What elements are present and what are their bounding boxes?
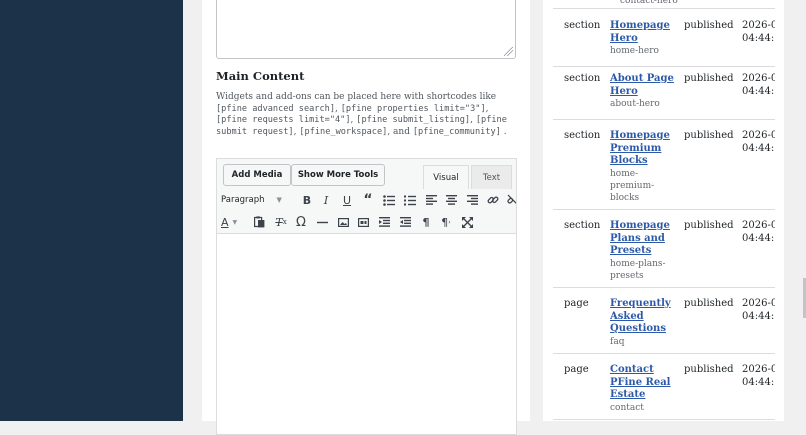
scrollbar-track[interactable]	[784, 0, 806, 421]
row-title-link[interactable]: Asked	[610, 311, 676, 324]
row-status: published	[684, 364, 734, 375]
table-row: section Homepage Hero home-hero publishe…	[553, 9, 775, 67]
row-date: 2026-0 04:44:	[742, 73, 775, 97]
table-row: page Contact PFine Real Estate contact p…	[553, 353, 775, 420]
row-title-link[interactable]: Plans and	[610, 233, 676, 246]
blockquote-icon[interactable]: “	[360, 192, 376, 208]
embed-icon[interactable]	[355, 214, 371, 230]
special-character-icon[interactable]: Ω	[293, 214, 309, 230]
show-more-tools-button[interactable]: Show More Tools	[291, 164, 385, 186]
align-right-icon[interactable]	[464, 192, 480, 208]
bold-icon[interactable]: B	[299, 192, 315, 208]
row-title-link[interactable]: Presets	[610, 245, 676, 258]
indent-icon[interactable]	[397, 214, 413, 230]
chevron-down-icon: ▼	[276, 196, 282, 204]
row-title-link[interactable]: Contact	[610, 364, 676, 377]
row-date: 2026-0 04:44:	[742, 298, 775, 322]
row-status: published	[684, 130, 734, 141]
content-list-panel: contact-hero section Homepage Hero home-…	[543, 0, 806, 421]
row-slug: faq	[610, 336, 625, 347]
add-media-button[interactable]: Add Media	[223, 164, 291, 186]
row-slug: contact	[610, 402, 644, 413]
content-table: contact-hero section Homepage Hero home-…	[553, 0, 775, 421]
numbered-list-icon[interactable]	[402, 192, 418, 208]
row-title-link[interactable]: Premium	[610, 143, 676, 156]
link-icon[interactable]	[485, 192, 501, 208]
editor-header: Add Media Show More Tools Visual Text	[217, 159, 516, 190]
text-color-icon[interactable]: A ▼	[221, 214, 245, 230]
bullet-list-icon[interactable]	[381, 192, 397, 208]
tab-text[interactable]: Text	[471, 165, 512, 189]
row-date: 2026-0 04:44:	[742, 220, 775, 244]
row-slug: home-hero	[610, 46, 659, 56]
row-status: published	[684, 298, 734, 309]
row-date: 2026-0 04:44:	[742, 130, 775, 154]
shortcode: [pfine submit_listing]	[356, 115, 471, 126]
row-type: section	[564, 20, 601, 31]
tab-visual[interactable]: Visual	[423, 165, 469, 189]
fullscreen-icon[interactable]	[459, 214, 475, 230]
row-slug: premium-	[610, 180, 655, 191]
table-row: section Homepage Premium Blocks home- pr…	[553, 119, 775, 210]
align-center-icon[interactable]	[443, 192, 459, 208]
row-type: section	[564, 130, 601, 141]
shortcode-help-text: Widgets and add-ons can be placed here w…	[216, 92, 507, 137]
row-slug: blocks	[610, 192, 640, 203]
table-row: page Frequently Asked Questions faq publ…	[553, 287, 775, 354]
italic-icon[interactable]: I	[318, 192, 334, 208]
shortcode: [pfine_workspace]	[299, 126, 388, 137]
main-content-panel: Main Content Widgets and add-ons can be …	[202, 0, 530, 435]
row-title-link[interactable]: Homepage	[610, 220, 676, 233]
row-status: published	[684, 20, 734, 31]
underline-icon[interactable]: U	[339, 192, 355, 208]
shortcode: [pfine requests limit="4"]	[216, 115, 351, 126]
paragraph-icon[interactable]: ¶ ›	[438, 214, 454, 230]
format-select[interactable]: Paragraph ▼	[221, 192, 293, 208]
previous-textarea[interactable]	[216, 0, 516, 59]
image-icon[interactable]	[335, 214, 351, 230]
row-title-link[interactable]: Estate	[610, 389, 676, 402]
row-title-link[interactable]: About Page	[610, 73, 676, 86]
row-status: published	[684, 220, 734, 231]
editor-content-area[interactable]	[217, 234, 516, 434]
row-type: page	[564, 364, 589, 375]
row-slug: contact-hero	[620, 0, 678, 6]
row-status: published	[684, 73, 734, 84]
table-row: section About Page Hero about-hero publi…	[553, 62, 775, 120]
row-slug: presets	[610, 270, 644, 281]
paste-text-icon[interactable]	[251, 214, 267, 230]
outdent-icon[interactable]	[376, 214, 392, 230]
row-title-link[interactable]: Homepage	[610, 130, 676, 143]
table-row: section Homepage Plans and Presets home-…	[553, 209, 775, 288]
row-date: 2026-0 04:44:	[742, 364, 775, 388]
row-slug: about-hero	[610, 99, 660, 109]
row-type: section	[564, 220, 601, 231]
row-type: page	[564, 298, 589, 309]
section-title: Main Content	[216, 69, 305, 83]
resize-handle-icon[interactable]	[504, 47, 513, 56]
horizontal-line-icon[interactable]	[314, 214, 330, 230]
row-title-link[interactable]: PFine Real	[610, 377, 676, 390]
shortcode: [pfine advanced search]	[216, 103, 335, 114]
editor-toolbar: Paragraph ▼ B I U “ A ▼ T x Ω ¶ ¶ ›	[217, 189, 516, 234]
align-left-icon[interactable]	[423, 192, 439, 208]
row-title-link[interactable]: Questions	[610, 323, 676, 336]
help-intro: Widgets and add-ons can be placed here w…	[216, 92, 497, 102]
row-title-link[interactable]: Homepage	[610, 20, 676, 33]
row-date: 2026-0 04:44:	[742, 20, 775, 44]
rich-text-editor: Add Media Show More Tools Visual Text Pa…	[216, 158, 517, 435]
row-slug: home-plans-	[610, 258, 666, 269]
row-title-link[interactable]: Hero	[610, 33, 676, 46]
row-type: section	[564, 73, 601, 84]
row-title-link[interactable]: Hero	[610, 86, 676, 99]
clear-formatting-icon[interactable]: Tx	[273, 214, 289, 230]
row-slug: home-	[610, 168, 639, 179]
row-title-link[interactable]: Frequently	[610, 298, 676, 311]
shortcode: [pfine properties limit="3"]	[340, 103, 486, 114]
shortcode: [pfine_community]	[412, 126, 501, 137]
row-title-link[interactable]: Blocks	[610, 155, 676, 168]
ltr-icon[interactable]: ¶	[418, 214, 434, 230]
unlink-icon[interactable]	[505, 192, 516, 208]
admin-sidebar	[0, 0, 183, 421]
